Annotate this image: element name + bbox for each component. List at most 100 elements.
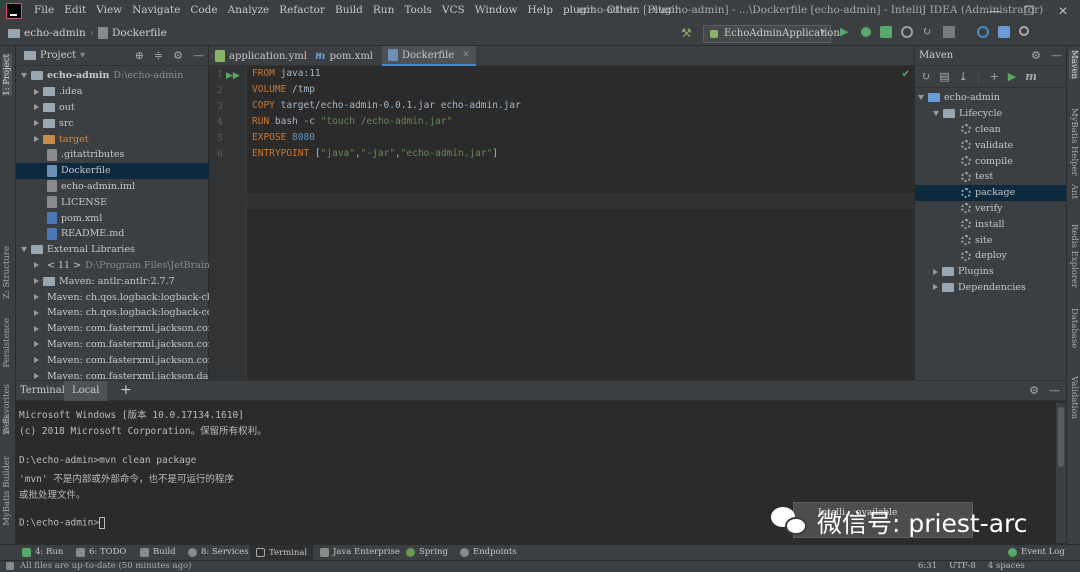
structure-tool-tab[interactable]: Z: Structure (2, 246, 12, 299)
generate-sources-icon[interactable]: ▤ (939, 70, 949, 83)
close-window-button[interactable]: ✕ (1046, 0, 1080, 22)
hide-icon[interactable]: — (1049, 384, 1060, 397)
expand-arrow-icon[interactable] (34, 104, 39, 111)
status-message[interactable]: All files are up-to-date (50 minutes ago… (20, 561, 192, 571)
minimize-button[interactable]: — (978, 0, 1012, 22)
gear-icon[interactable]: ⚙ (1029, 384, 1039, 397)
maven-goal-install[interactable]: install (915, 216, 1067, 232)
menu-analyze[interactable]: Analyze (228, 4, 270, 16)
maven-plugins-item[interactable]: Plugins (915, 264, 1067, 280)
menu-window[interactable]: Window (475, 4, 518, 16)
coverage-icon[interactable] (880, 26, 892, 38)
build-hammer-icon[interactable]: ⚒ (681, 27, 693, 39)
maven-goal-verify[interactable]: verify (915, 201, 1067, 217)
maximize-button[interactable]: ❐ (1012, 0, 1046, 22)
debug-icon[interactable] (861, 27, 871, 37)
maven-tool-tab[interactable]: Maven (1069, 50, 1079, 80)
database-tool-tab[interactable]: Database (1069, 308, 1079, 348)
build-tool-button[interactable]: Build (140, 547, 176, 557)
gear-icon[interactable]: ⚙ (1031, 49, 1041, 62)
run-configuration-select[interactable]: EchoAdminApplication ▾ (703, 25, 840, 43)
expand-arrow-icon[interactable] (34, 278, 39, 285)
expand-arrow-icon[interactable] (34, 341, 39, 348)
tree-item-gitattributes[interactable]: .gitattributes (16, 147, 209, 163)
download-icon[interactable]: ⤓ (959, 70, 968, 83)
persistence-tool-tab[interactable]: Persistence (2, 318, 12, 368)
reload-icon[interactable]: ↻ (922, 26, 934, 38)
menu-refactor[interactable]: Refactor (279, 4, 325, 16)
maven-project-item[interactable]: echo-admin (915, 90, 1067, 106)
menu-navigate[interactable]: Navigate (132, 4, 180, 16)
maven-goal-icon[interactable]: m (1025, 70, 1037, 83)
maven-goal-test[interactable]: test (915, 169, 1067, 185)
web-tool-tab[interactable]: Web (2, 416, 12, 435)
maven-dependencies-item[interactable]: Dependencies (915, 280, 1067, 296)
new-terminal-button[interactable]: + (120, 382, 132, 398)
menu-file[interactable]: File (34, 4, 54, 16)
inspection-ok-icon[interactable]: ✔ (902, 69, 910, 80)
menu-vcs[interactable]: VCS (442, 4, 465, 16)
expand-arrow-icon[interactable] (933, 111, 939, 117)
project-panel-title[interactable]: Project (40, 50, 76, 61)
ant-tool-tab[interactable]: Ant (1069, 184, 1079, 199)
maven-goal-clean[interactable]: clean (915, 122, 1067, 138)
run-tool-button[interactable]: 4: Run (22, 547, 63, 557)
tab-local[interactable]: Local (64, 381, 108, 401)
reload-icon[interactable]: ↻ (921, 70, 930, 83)
add-icon[interactable]: + (990, 70, 999, 83)
hide-icon[interactable]: — (193, 49, 204, 62)
redis-explorer-tool-tab[interactable]: Redis Explorer (1069, 224, 1079, 288)
maven-goal-compile[interactable]: compile (915, 153, 1067, 169)
tree-item-idea[interactable]: .idea (16, 84, 209, 100)
tree-item-library[interactable]: Maven: antlr:antlr:2.7.7 (16, 273, 209, 289)
tree-item-library[interactable]: Maven: com.fasterxml.jackson.core:jac (16, 352, 209, 368)
mybatis-helper-tool-tab[interactable]: MyBatis Helper (1069, 108, 1079, 176)
maven-goal-validate[interactable]: validate (915, 137, 1067, 153)
sdk-icon[interactable] (998, 26, 1010, 38)
file-encoding[interactable]: UTF-8 (949, 561, 976, 571)
tree-item-jdk[interactable]: < 11 > D:\Program Files\JetBrains\Inte (16, 258, 209, 274)
tree-item-target[interactable]: target (16, 131, 209, 147)
breadcrumb-file[interactable]: Dockerfile (112, 27, 167, 39)
expand-arrow-icon[interactable] (34, 309, 39, 316)
chevron-down-icon[interactable]: ▾ (80, 50, 85, 61)
maven-goal-package[interactable]: package (915, 184, 1067, 201)
indent-setting[interactable]: 4 spaces (988, 561, 1025, 571)
menu-view[interactable]: View (96, 4, 122, 16)
scrollbar-thumb[interactable] (1058, 407, 1064, 467)
maven-lifecycle-item[interactable]: Lifecycle (915, 106, 1067, 122)
expand-arrow-icon[interactable] (34, 120, 39, 127)
terminal-tool-button[interactable]: Terminal (250, 545, 314, 560)
expand-arrow-icon[interactable] (21, 247, 27, 253)
tree-item-library[interactable]: Maven: com.fasterxml.jackson.core:jac (16, 337, 209, 353)
expand-arrow-icon[interactable] (34, 325, 39, 332)
stop-icon[interactable] (943, 26, 955, 38)
maven-goal-deploy[interactable]: deploy (915, 248, 1067, 264)
run-icon[interactable]: ▶ (1008, 70, 1016, 83)
tree-item-external-libraries[interactable]: External Libraries (16, 242, 209, 258)
expand-arrow-icon[interactable] (34, 136, 39, 143)
tree-item-library[interactable]: Maven: ch.qos.logback:logback-classic (16, 289, 209, 305)
menu-edit[interactable]: Edit (64, 4, 86, 16)
validation-tool-tab[interactable]: Validation (1069, 376, 1079, 419)
tree-item-out[interactable]: out (16, 100, 209, 116)
tree-item-src[interactable]: src (16, 115, 209, 131)
tree-item-pom[interactable]: pom.xml (16, 210, 209, 226)
locate-icon[interactable]: ⊕ (135, 49, 144, 62)
endpoints-tool-button[interactable]: Endpoints (460, 547, 517, 557)
tree-item-iml[interactable]: echo-admin.iml (16, 179, 209, 195)
tree-item-license[interactable]: LICENSE (16, 194, 209, 210)
caret-position[interactable]: 6:31 (918, 561, 937, 571)
tasks-icon[interactable] (977, 26, 989, 38)
expand-arrow-icon[interactable] (34, 262, 39, 269)
search-icon[interactable] (1019, 26, 1029, 36)
expand-arrow-icon[interactable] (34, 294, 39, 301)
tree-item-readme[interactable]: README.md (16, 226, 209, 242)
expand-arrow-icon[interactable] (34, 88, 39, 95)
menu-help[interactable]: Help (528, 4, 553, 16)
tree-item-library[interactable]: Maven: com.fasterxml.jackson.core:jac (16, 321, 209, 337)
expand-arrow-icon[interactable] (34, 373, 39, 380)
menu-build[interactable]: Build (335, 4, 363, 16)
collapse-icon[interactable]: ≑ (154, 49, 163, 62)
expand-arrow-icon[interactable] (933, 284, 938, 291)
